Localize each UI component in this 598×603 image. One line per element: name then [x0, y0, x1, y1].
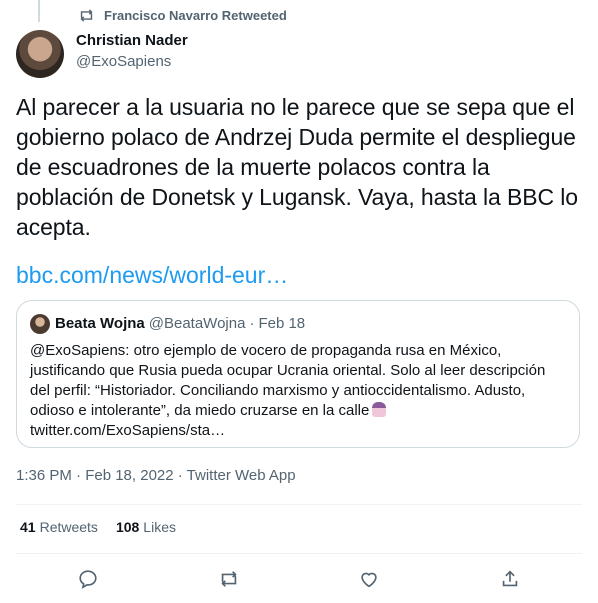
retweets-stat[interactable]: 41 Retweets	[20, 519, 98, 535]
likes-stat[interactable]: 108 Likes	[116, 519, 176, 535]
share-button[interactable]	[499, 568, 521, 590]
tweet-text: Al parecer a la usuaria no le parece que…	[16, 94, 578, 240]
engagement-stats: 41 Retweets 108 Likes	[20, 519, 176, 535]
avatar[interactable]	[16, 30, 64, 78]
quoted-header: Beata Wojna @BeataWojna · Feb 18	[30, 314, 309, 334]
quoted-author-handle[interactable]: @BeataWojna	[149, 314, 246, 334]
divider	[16, 504, 582, 505]
retweets-label: Retweets	[39, 519, 98, 535]
share-icon	[502, 570, 518, 587]
separator-dot: ·	[249, 315, 255, 332]
retweet-button[interactable]	[218, 568, 240, 590]
reply-icon	[79, 570, 97, 589]
author-name[interactable]: Christian Nader	[76, 32, 188, 50]
quoted-text-block: @ExoSapiens: otro ejemplo de vocero de p…	[30, 341, 560, 441]
action-bar	[0, 560, 598, 600]
thread-line	[38, 0, 40, 22]
likes-count: 108	[115, 519, 140, 535]
reply-button[interactable]	[77, 568, 99, 590]
retweet-context[interactable]: Francisco Navarro Retweeted	[78, 7, 287, 24]
quoted-link[interactable]: twitter.com/ExoSapiens/sta…	[30, 422, 225, 439]
quoted-avatar[interactable]	[30, 314, 50, 334]
divider	[16, 553, 582, 554]
like-button[interactable]	[358, 568, 380, 590]
quoted-tweet[interactable]: Beata Wojna @BeataWojna · Feb 18 @ExoSap…	[16, 300, 580, 448]
quoted-author-name[interactable]: Beata Wojna	[55, 314, 145, 334]
retweet-icon	[80, 9, 93, 22]
retweets-count: 41	[20, 519, 36, 535]
likes-label: Likes	[143, 519, 176, 535]
like-icon	[361, 572, 377, 588]
quoted-text: @ExoSapiens: otro ejemplo de vocero de p…	[30, 342, 546, 419]
author-block[interactable]: Christian Nader @ExoSapiens	[76, 32, 188, 72]
tweet-timestamp[interactable]: 1:36 PM · Feb 18, 2022 · Twitter Web App	[16, 466, 296, 486]
quoted-date[interactable]: Feb 18	[258, 314, 305, 334]
author-handle[interactable]: @ExoSapiens	[76, 52, 188, 72]
person-shrugging-icon	[372, 402, 387, 417]
retweet-label: Francisco Navarro Retweeted	[104, 8, 287, 23]
tweet-link[interactable]: bbc.com/news/world-eur…	[16, 260, 288, 290]
retweet-icon	[221, 571, 237, 587]
